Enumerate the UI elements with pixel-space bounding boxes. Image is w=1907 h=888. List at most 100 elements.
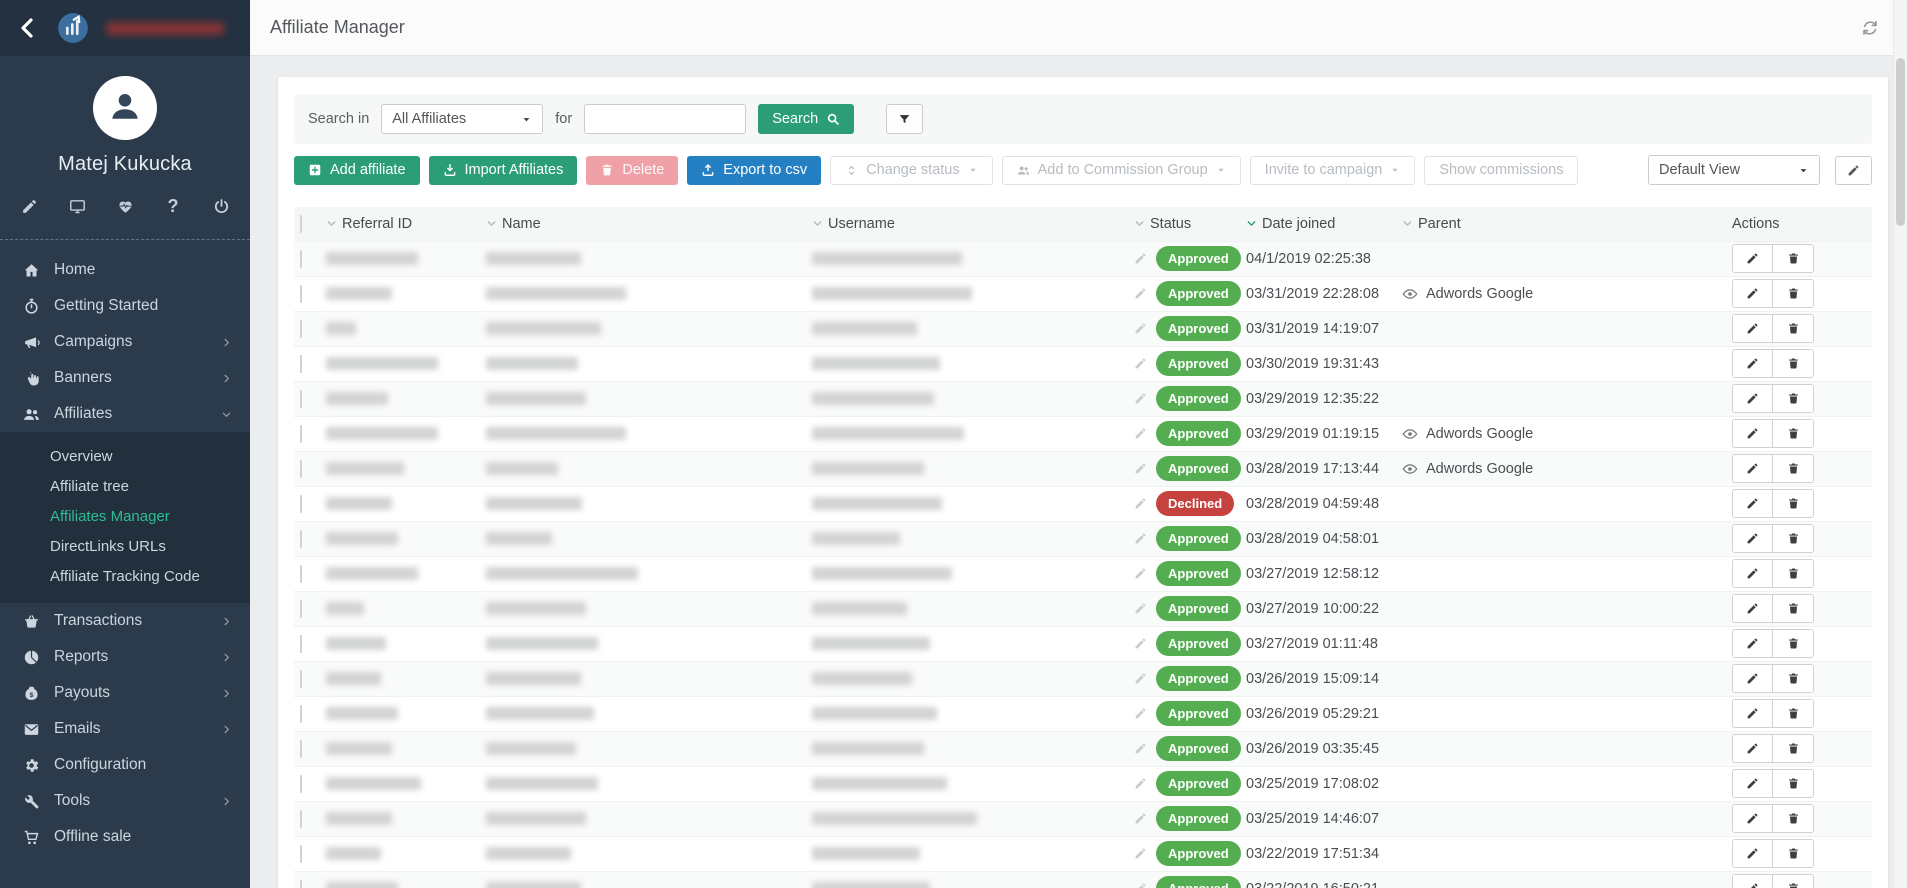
submenu-item-overview[interactable]: Overview bbox=[0, 441, 250, 471]
search-input[interactable] bbox=[584, 104, 746, 134]
quick-edit-pencil-icon[interactable] bbox=[1134, 742, 1147, 755]
submenu-item-directlinks-urls[interactable]: DirectLinks URLs bbox=[0, 531, 250, 561]
search-button[interactable]: Search bbox=[758, 104, 854, 134]
edit-row-button[interactable] bbox=[1733, 350, 1773, 377]
edit-row-button[interactable] bbox=[1733, 735, 1773, 762]
refresh-icon[interactable] bbox=[1861, 19, 1879, 37]
delete-row-button[interactable] bbox=[1773, 280, 1813, 307]
quick-edit-pencil-icon[interactable] bbox=[1134, 707, 1147, 720]
sidebar-item-home[interactable]: Home bbox=[0, 252, 250, 288]
scrollbar-thumb[interactable] bbox=[1896, 58, 1905, 226]
add-affiliate-button[interactable]: Add affiliate bbox=[294, 156, 420, 185]
row-checkbox[interactable] bbox=[300, 810, 302, 828]
edit-row-button[interactable] bbox=[1733, 840, 1773, 867]
row-checkbox[interactable] bbox=[300, 460, 302, 478]
sidebar-item-campaigns[interactable]: Campaigns bbox=[0, 324, 250, 360]
edit-row-button[interactable] bbox=[1733, 315, 1773, 342]
row-checkbox[interactable] bbox=[300, 320, 302, 338]
delete-row-button[interactable] bbox=[1773, 560, 1813, 587]
back-button[interactable] bbox=[16, 16, 40, 40]
row-checkbox[interactable] bbox=[300, 670, 302, 688]
sidebar-item-tools[interactable]: Tools bbox=[0, 783, 250, 819]
filter-button[interactable] bbox=[886, 104, 923, 134]
search-scope-select[interactable]: All Affiliates bbox=[381, 104, 543, 134]
submenu-item-affiliates-manager[interactable]: Affiliates Manager bbox=[0, 501, 250, 531]
row-checkbox[interactable] bbox=[300, 390, 302, 408]
sidebar-item-configuration[interactable]: Configuration bbox=[0, 747, 250, 783]
edit-row-button[interactable] bbox=[1733, 490, 1773, 517]
row-checkbox[interactable] bbox=[300, 635, 302, 653]
row-checkbox[interactable] bbox=[300, 775, 302, 793]
quick-edit-pencil-icon[interactable] bbox=[1134, 462, 1147, 475]
heartbeat-icon[interactable] bbox=[116, 197, 134, 215]
import-affiliates-button[interactable]: Import Affiliates bbox=[429, 156, 578, 185]
delete-row-button[interactable] bbox=[1773, 420, 1813, 447]
row-checkbox[interactable] bbox=[300, 530, 302, 548]
quick-edit-pencil-icon[interactable] bbox=[1134, 637, 1147, 650]
delete-row-button[interactable] bbox=[1773, 315, 1813, 342]
sidebar-item-emails[interactable]: Emails bbox=[0, 711, 250, 747]
quick-edit-pencil-icon[interactable] bbox=[1134, 777, 1147, 790]
edit-row-button[interactable] bbox=[1733, 280, 1773, 307]
delete-row-button[interactable] bbox=[1773, 770, 1813, 797]
delete-row-button[interactable] bbox=[1773, 805, 1813, 832]
sidebar-item-payouts[interactable]: $Payouts bbox=[0, 675, 250, 711]
row-checkbox[interactable] bbox=[300, 705, 302, 723]
delete-row-button[interactable] bbox=[1773, 840, 1813, 867]
edit-row-button[interactable] bbox=[1733, 805, 1773, 832]
delete-row-button[interactable] bbox=[1773, 700, 1813, 727]
select-all-checkbox[interactable] bbox=[300, 215, 302, 233]
edit-row-button[interactable] bbox=[1733, 420, 1773, 447]
avatar[interactable] bbox=[93, 76, 157, 140]
quick-edit-pencil-icon[interactable] bbox=[1134, 567, 1147, 580]
quick-edit-pencil-icon[interactable] bbox=[1134, 252, 1147, 265]
edit-row-button[interactable] bbox=[1733, 700, 1773, 727]
edit-row-button[interactable] bbox=[1733, 385, 1773, 412]
delete-row-button[interactable] bbox=[1773, 350, 1813, 377]
quick-edit-pencil-icon[interactable] bbox=[1134, 322, 1147, 335]
delete-row-button[interactable] bbox=[1773, 525, 1813, 552]
edit-row-button[interactable] bbox=[1733, 560, 1773, 587]
page-scrollbar[interactable] bbox=[1893, 0, 1907, 888]
power-icon[interactable] bbox=[212, 197, 230, 215]
edit-row-button[interactable] bbox=[1733, 770, 1773, 797]
sidebar-item-transactions[interactable]: Transactions bbox=[0, 603, 250, 639]
quick-edit-pencil-icon[interactable] bbox=[1134, 532, 1147, 545]
delete-row-button[interactable] bbox=[1773, 385, 1813, 412]
edit-view-button[interactable] bbox=[1835, 156, 1872, 185]
quick-edit-pencil-icon[interactable] bbox=[1134, 287, 1147, 300]
view-select[interactable]: Default View bbox=[1648, 155, 1820, 185]
sidebar-item-affiliates[interactable]: Affiliates bbox=[0, 396, 250, 432]
row-checkbox[interactable] bbox=[300, 250, 302, 268]
delete-row-button[interactable] bbox=[1773, 665, 1813, 692]
quick-edit-pencil-icon[interactable] bbox=[1134, 602, 1147, 615]
row-checkbox[interactable] bbox=[300, 425, 302, 443]
delete-row-button[interactable] bbox=[1773, 455, 1813, 482]
eye-icon[interactable] bbox=[1402, 286, 1418, 302]
export-csv-button[interactable]: Export to csv bbox=[687, 156, 821, 185]
column-header-name[interactable]: Name bbox=[486, 207, 812, 241]
row-checkbox[interactable] bbox=[300, 355, 302, 373]
edit-row-button[interactable] bbox=[1733, 875, 1773, 888]
column-header-date-joined[interactable]: Date joined bbox=[1246, 207, 1402, 241]
quick-edit-pencil-icon[interactable] bbox=[1134, 847, 1147, 860]
quick-edit-pencil-icon[interactable] bbox=[1134, 882, 1147, 888]
edit-row-button[interactable] bbox=[1733, 630, 1773, 657]
sidebar-item-getting-started[interactable]: Getting Started bbox=[0, 288, 250, 324]
row-checkbox[interactable] bbox=[300, 285, 302, 303]
quick-edit-pencil-icon[interactable] bbox=[1134, 427, 1147, 440]
row-checkbox[interactable] bbox=[300, 740, 302, 758]
edit-row-button[interactable] bbox=[1733, 665, 1773, 692]
quick-edit-pencil-icon[interactable] bbox=[1134, 357, 1147, 370]
delete-row-button[interactable] bbox=[1773, 245, 1813, 272]
delete-row-button[interactable] bbox=[1773, 595, 1813, 622]
eye-icon[interactable] bbox=[1402, 461, 1418, 477]
edit-row-button[interactable] bbox=[1733, 455, 1773, 482]
quick-edit-pencil-icon[interactable] bbox=[1134, 392, 1147, 405]
delete-row-button[interactable] bbox=[1773, 735, 1813, 762]
pencil-icon[interactable] bbox=[20, 197, 38, 215]
delete-row-button[interactable] bbox=[1773, 875, 1813, 888]
submenu-item-affiliate-tree[interactable]: Affiliate tree bbox=[0, 471, 250, 501]
edit-row-button[interactable] bbox=[1733, 245, 1773, 272]
row-checkbox[interactable] bbox=[300, 565, 302, 583]
